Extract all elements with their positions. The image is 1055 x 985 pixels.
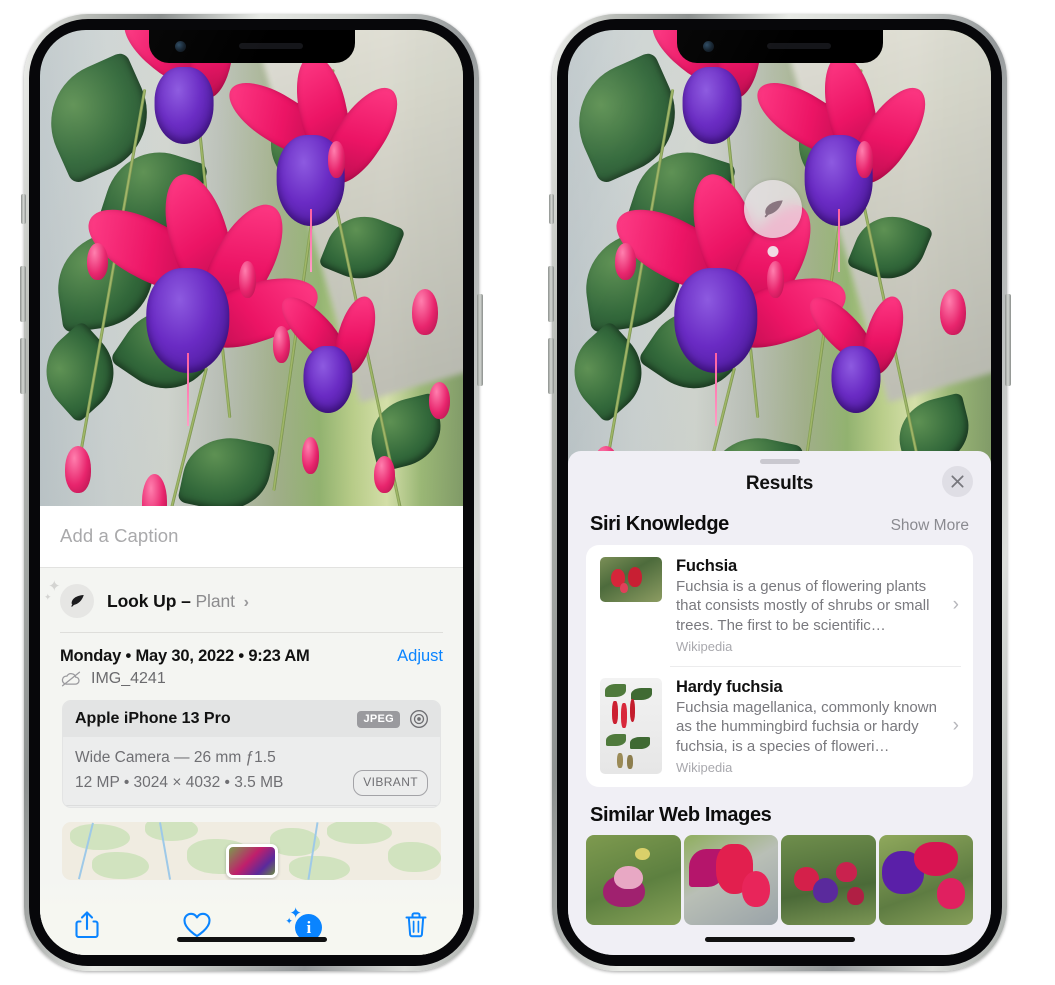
share-icon [75,911,99,939]
delete-button[interactable] [399,908,433,942]
look-up-dash: – [181,590,191,611]
screenshot-stage: Add a Caption ✦ ✦ Look Up – Plant › Mond… [0,0,1055,985]
photo-date: Monday • May 30, 2022 • 9:23 AM [60,647,310,666]
badge-pointer-dot [767,246,779,257]
look-up-label: Look Up – Plant › [107,591,249,612]
icloud-slash-icon [61,671,81,687]
card-thumbnail [600,677,662,774]
knowledge-card-hardy-fuchsia[interactable]: Hardy fuchsia Fuchsia magellanica, commo… [586,665,973,787]
photo-info-sheet: Add a Caption ✦ ✦ Look Up – Plant › Mond… [40,506,463,955]
sparkle-icon-small: ✦ [44,592,52,603]
show-more-button[interactable]: Show More [891,517,969,535]
similar-web-images-title: Similar Web Images [590,803,772,826]
siri-knowledge-header: Siri Knowledge Show More [568,509,991,545]
card-title: Fuchsia [676,556,737,575]
photo-toolbar: ✦ ✦ i [40,879,463,955]
exif-body: Wide Camera — 26 mm ƒ1.5 12 MP • 3024 × … [63,737,440,805]
chevron-right-icon: › [243,593,249,611]
card-title: Hardy fuchsia [676,677,783,696]
chevron-right-icon: › [952,715,959,737]
volume-up-button[interactable] [548,266,554,322]
look-up-subject: Plant [195,590,235,611]
similar-web-images-row [568,834,991,925]
web-image-thumb[interactable] [683,834,778,925]
sparkle-icon-small: ✦ [285,916,293,927]
heart-icon [183,913,211,938]
siri-knowledge-cards: Fuchsia Fuchsia is a genus of flowering … [586,544,973,787]
location-map[interactable] [62,822,441,880]
home-indicator[interactable] [704,937,855,942]
front-camera-icon [702,41,714,52]
volume-down-button[interactable] [20,338,26,394]
caption-field[interactable]: Add a Caption [40,506,463,569]
lens-info: Wide Camera — 26 mm ƒ1.5 [75,749,276,767]
exif-card[interactable]: Apple iPhone 13 Pro JPEG Wide Camera — 2… [62,700,441,809]
results-title: Results [745,472,814,494]
look-up-row[interactable]: ✦ ✦ Look Up – Plant › [40,568,463,634]
exif-stats: ISO 50 26 mm 0 ev ƒ1.5 1/181 s [63,804,440,807]
iphone-left: Add a Caption ✦ ✦ Look Up – Plant › Mond… [20,14,483,971]
results-header: Results [568,464,991,509]
siri-knowledge-title: Siri Knowledge [590,512,729,535]
earpiece-speaker [238,43,303,49]
web-image-thumb[interactable] [586,834,681,925]
photographic-style-badge: VIBRANT [353,770,428,796]
chevron-right-icon: › [952,594,959,616]
photo-location-pin [225,843,278,878]
front-camera-icon [174,41,186,52]
results-sheet: Results Siri Knowledge Show More Fuchsia… [568,450,991,955]
side-power-button[interactable] [477,294,483,386]
similar-web-images-header: Similar Web Images [568,787,991,835]
file-name: IMG_4241 [91,670,166,688]
home-indicator[interactable] [176,937,327,942]
exif-header: Apple iPhone 13 Pro JPEG [63,701,440,738]
notch [148,30,355,63]
volume-down-button[interactable] [548,338,554,394]
knowledge-card-fuchsia[interactable]: Fuchsia Fuchsia is a genus of flowering … [586,545,973,666]
resolution-info: 12 MP • 3024 × 4032 • 3.5 MB [75,774,284,792]
card-thumbnail [600,556,662,602]
close-icon [951,475,964,488]
silent-switch[interactable] [21,194,26,224]
share-button[interactable] [70,908,104,942]
silent-switch[interactable] [549,194,554,224]
adjust-button[interactable]: Adjust [397,647,443,666]
close-button[interactable] [942,465,973,497]
camera-device: Apple iPhone 13 Pro [75,710,231,728]
side-power-button[interactable] [1005,294,1011,386]
earpiece-speaker [766,43,831,49]
card-source: Wikipedia [676,759,733,775]
right-screen: Results Siri Knowledge Show More Fuchsia… [568,30,991,955]
card-description: Fuchsia magellanica, commonly known as t… [676,698,937,755]
volume-up-button[interactable] [20,266,26,322]
visual-look-up-badge[interactable] [744,180,802,257]
aperture-icon [410,710,428,729]
notch [676,30,883,63]
leaf-icon [764,200,783,218]
file-row: IMG_4241 [40,670,463,700]
left-screen: Add a Caption ✦ ✦ Look Up – Plant › Mond… [40,30,463,955]
web-image-thumb[interactable] [878,834,973,925]
date-row: Monday • May 30, 2022 • 9:23 AM Adjust [40,633,463,670]
card-description: Fuchsia is a genus of flowering plants t… [676,577,930,634]
format-badge: JPEG [357,710,400,728]
trash-icon [405,912,427,938]
card-source: Wikipedia [676,638,733,654]
web-image-thumb[interactable] [781,834,876,925]
leaf-icon: ✦ ✦ [44,579,94,619]
caption-placeholder: Add a Caption [60,525,179,547]
iphone-right: Results Siri Knowledge Show More Fuchsia… [548,14,1011,971]
look-up-title: Look Up [107,590,177,611]
